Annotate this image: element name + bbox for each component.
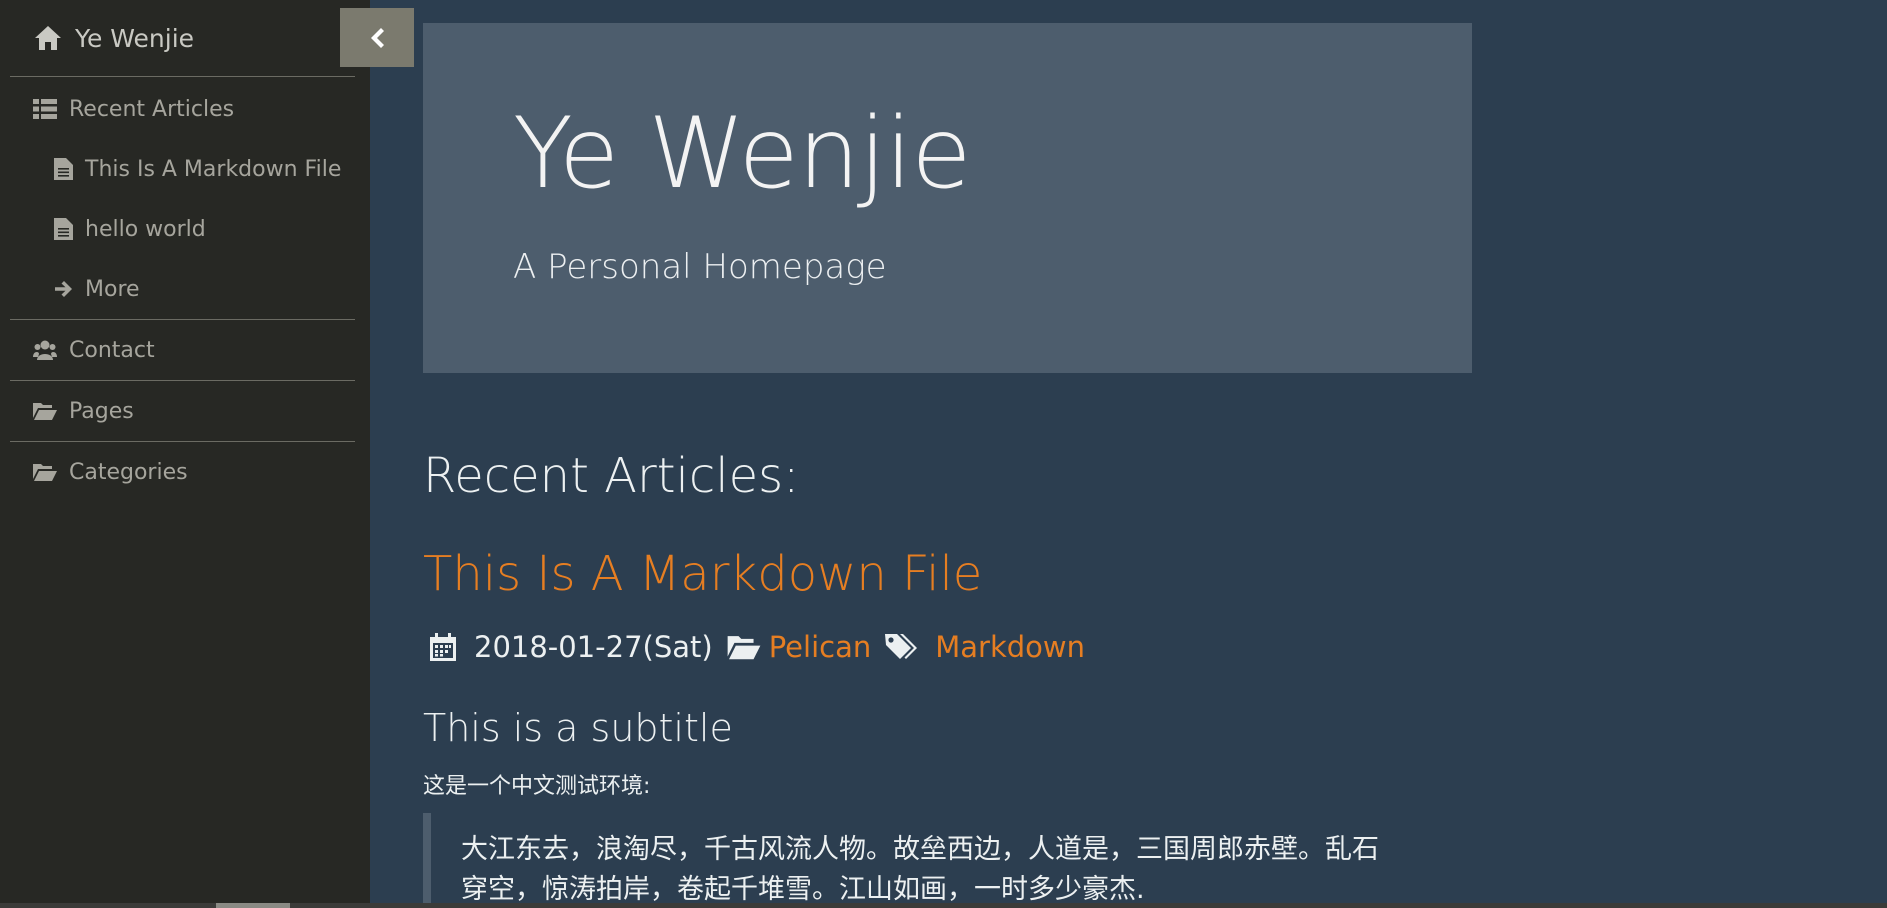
article-blockquote: 大江东去，浪淘尽，千古风流人物。故垒西边，人道是，三国周郎赤壁。乱石 穿空，惊涛… (423, 813, 1472, 908)
calendar-icon (430, 633, 456, 661)
home-icon (35, 26, 61, 50)
sidebar-subitem-label: This Is A Markdown File (85, 156, 342, 182)
list-icon (33, 99, 57, 119)
sidebar-subitem-hello-world[interactable]: hello world (0, 199, 370, 259)
sidebar-subitem-more[interactable]: More (0, 259, 370, 319)
sidebar-item-label: Contact (69, 337, 155, 363)
article-category-link[interactable]: Pelican (769, 630, 872, 664)
sidebar-subitem-label: hello world (85, 216, 206, 242)
article-meta: 2018-01-27(Sat) Pelican Markdown (428, 630, 1085, 664)
site-subtitle: A Personal Homepage (513, 246, 887, 287)
sidebar-home-label: Ye Wenjie (75, 23, 195, 53)
chevron-left-icon (371, 27, 384, 48)
sidebar-item-categories[interactable]: Categories (0, 442, 370, 502)
sidebar-subitem-markdown-file[interactable]: This Is A Markdown File (0, 139, 370, 199)
article-paragraph: 这是一个中文测试环境: (423, 774, 651, 799)
quote-line: 大江东去，浪淘尽，千古风流人物。故垒西边，人道是，三国周郎赤壁。乱石 (461, 834, 1379, 865)
article-title-link[interactable]: This Is A Markdown File (423, 546, 982, 602)
site-title: Ye Wenjie (513, 97, 972, 211)
sidebar: Ye Wenjie Recent Articles This Is A Mark… (0, 0, 370, 908)
sidebar-item-contact[interactable]: Contact (0, 320, 370, 380)
folder-open-icon (33, 464, 57, 481)
scrollbar-thumb[interactable] (216, 903, 290, 908)
arrow-right-icon (55, 281, 72, 297)
folder-open-icon (727, 636, 761, 660)
sidebar-item-recent-articles[interactable]: Recent Articles (0, 79, 370, 139)
article-subtitle: This is a subtitle (423, 706, 733, 750)
users-icon (33, 340, 57, 360)
file-icon (54, 158, 73, 180)
hero-banner: Ye Wenjie A Personal Homepage (423, 23, 1472, 373)
section-title: Recent Articles: (423, 448, 800, 504)
sidebar-item-label: Recent Articles (69, 96, 235, 122)
sidebar-home-link[interactable]: Ye Wenjie (0, 0, 370, 76)
article-tag-link[interactable]: Markdown (935, 630, 1085, 664)
sidebar-subitem-label: More (85, 276, 140, 302)
sidebar-divider (10, 76, 355, 77)
sidebar-item-label: Categories (69, 459, 188, 485)
article-date: 2018-01-27(Sat) (474, 630, 713, 664)
folder-open-icon (33, 403, 57, 420)
sidebar-toggle-button[interactable] (340, 8, 414, 67)
horizontal-scrollbar[interactable] (0, 903, 1887, 908)
sidebar-item-label: Pages (69, 398, 134, 424)
sidebar-item-pages[interactable]: Pages (0, 381, 370, 441)
tags-icon (885, 634, 918, 659)
file-icon (54, 218, 73, 240)
